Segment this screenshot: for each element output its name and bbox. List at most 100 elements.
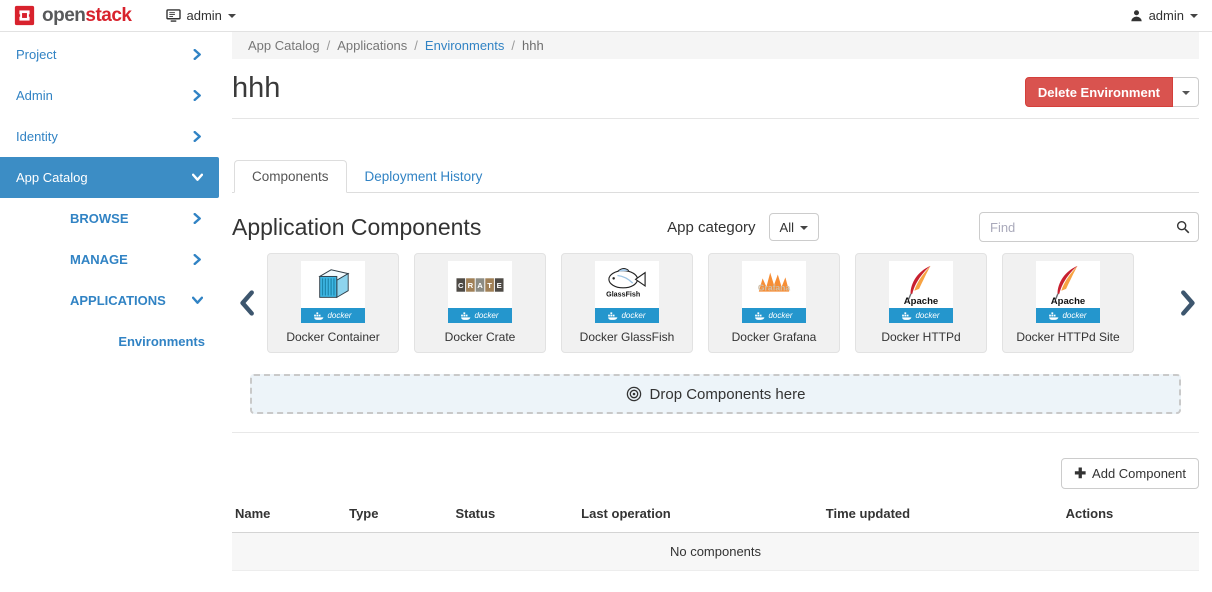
openstack-brand[interactable]: openstack (14, 5, 132, 27)
tab-deployment-history[interactable]: Deployment History (347, 160, 501, 193)
docker-ribbon: docker (889, 308, 953, 323)
component-card-docker-crate[interactable]: C R A T E docker Docker Crate (414, 253, 546, 353)
chevron-down-icon (192, 295, 203, 306)
col-actions: Actions (1063, 495, 1199, 533)
sidebar-item-browse[interactable]: BROWSE (0, 198, 219, 239)
component-card-label: Docker GlassFish (580, 330, 675, 344)
user-name: admin (1149, 8, 1184, 23)
chevron-down-icon (228, 14, 236, 18)
app-category-label: App category (667, 219, 755, 236)
docker-apache-icon: Apache (1036, 261, 1100, 308)
component-card-label: Docker HTTPd Site (1016, 330, 1119, 344)
docker-whale-icon (461, 312, 471, 320)
project-context-switcher[interactable]: admin (166, 8, 236, 23)
brand-wordmark: openstack (42, 5, 132, 27)
svg-text:R: R (468, 280, 474, 289)
openstack-logo-icon (14, 5, 35, 26)
svg-text:A: A (477, 280, 483, 289)
components-carousel: docker Docker Container (232, 253, 1199, 353)
user-icon (1130, 9, 1143, 22)
breadcrumb-separator: / (414, 38, 418, 53)
chevron-down-icon (192, 172, 203, 183)
search-icon[interactable] (1176, 220, 1190, 234)
docker-ribbon: docker (301, 308, 365, 323)
col-time-updated: Time updated (823, 495, 1063, 533)
carousel-prev-icon[interactable] (238, 290, 255, 316)
component-card-label: Docker HTTPd (881, 330, 960, 344)
tab-components[interactable]: Components (234, 160, 347, 193)
docker-ribbon: docker (1036, 308, 1100, 323)
docker-whale-icon (314, 312, 324, 320)
sidebar-item-app-catalog[interactable]: App Catalog (0, 157, 219, 198)
docker-container-icon (301, 261, 365, 308)
svg-text:C: C (458, 280, 464, 289)
sidebar-item-admin[interactable]: Admin (0, 75, 219, 116)
app-category-dropdown[interactable]: All (769, 213, 819, 241)
component-card-docker-grafana[interactable]: Grafana docker Docker Grafana (708, 253, 840, 353)
col-type: Type (346, 495, 452, 533)
breadcrumb: App Catalog / Applications / Environment… (232, 32, 1199, 59)
delete-environment-button[interactable]: Delete Environment (1025, 77, 1173, 107)
sidebar-item-applications[interactable]: APPLICATIONS (0, 280, 219, 321)
breadcrumb-separator: / (511, 38, 515, 53)
sidebar-item-project[interactable]: Project (0, 34, 219, 75)
docker-ribbon: docker (448, 308, 512, 323)
add-component-button[interactable]: ✚ Add Component (1061, 458, 1199, 489)
carousel-next-icon[interactable] (1180, 290, 1197, 316)
user-menu[interactable]: admin (1130, 8, 1198, 23)
component-card-label: Docker Grafana (732, 330, 817, 344)
docker-ribbon: docker (595, 308, 659, 323)
breadcrumb-current: hhh (522, 38, 544, 53)
screen-icon (166, 9, 181, 22)
docker-whale-icon (608, 312, 618, 320)
delete-environment-btn-group: Delete Environment (1025, 77, 1199, 107)
component-card-list: docker Docker Container (267, 253, 1164, 353)
component-card-docker-httpd-site[interactable]: Apache docker Docker HTTPd Site (1002, 253, 1134, 353)
target-icon (626, 386, 642, 402)
chevron-right-icon (192, 90, 203, 101)
find-input[interactable] (979, 212, 1199, 242)
empty-message: No components (232, 533, 1199, 571)
chevron-down-icon (800, 226, 808, 230)
empty-row: No components (232, 533, 1199, 571)
sidebar-item-environments[interactable]: Environments (0, 321, 219, 362)
top-navbar: openstack admin admin (0, 0, 1212, 32)
svg-text:Apache: Apache (1051, 296, 1085, 306)
plus-icon: ✚ (1074, 465, 1086, 482)
breadcrumb-separator: / (327, 38, 331, 53)
col-last-operation: Last operation (578, 495, 823, 533)
sidebar: Project Admin Identity App Catalog BROWS… (0, 32, 219, 592)
section-divider (232, 432, 1199, 433)
docker-ribbon: docker (742, 308, 806, 323)
svg-text:Apache: Apache (904, 296, 938, 306)
col-name: Name (232, 495, 346, 533)
chevron-down-icon (1182, 91, 1190, 95)
docker-whale-icon (902, 312, 912, 320)
delete-environment-dropdown-toggle[interactable] (1173, 77, 1199, 107)
tab-bar: Components Deployment History (232, 160, 1199, 193)
chevron-right-icon (192, 131, 203, 142)
svg-text:GlassFish: GlassFish (606, 290, 640, 298)
title-divider (232, 118, 1199, 119)
drop-components-zone[interactable]: Drop Components here (250, 374, 1181, 414)
col-status: Status (452, 495, 578, 533)
svg-text:T: T (487, 280, 492, 289)
sidebar-item-manage[interactable]: MANAGE (0, 239, 219, 280)
chevron-right-icon (192, 49, 203, 60)
component-card-docker-container[interactable]: docker Docker Container (267, 253, 399, 353)
component-card-docker-glassfish[interactable]: GlassFish docker Docker GlassFish (561, 253, 693, 353)
docker-grafana-icon: Grafana (742, 261, 806, 308)
main-content: App Catalog / Applications / Environment… (219, 32, 1212, 592)
sidebar-item-identity[interactable]: Identity (0, 116, 219, 157)
docker-crate-icon: C R A T E (448, 261, 512, 308)
breadcrumb-applications: Applications (337, 38, 407, 53)
chevron-right-icon (192, 213, 203, 224)
application-components-heading: Application Components (232, 214, 481, 241)
breadcrumb-environments-link[interactable]: Environments (425, 38, 504, 53)
svg-text:E: E (497, 280, 502, 289)
docker-whale-icon (1049, 312, 1059, 320)
component-card-docker-httpd[interactable]: Apache docker Docker HTTPd (855, 253, 987, 353)
docker-apache-icon: Apache (889, 261, 953, 308)
page-title: hhh (232, 72, 280, 105)
component-card-label: Docker Crate (445, 330, 516, 344)
